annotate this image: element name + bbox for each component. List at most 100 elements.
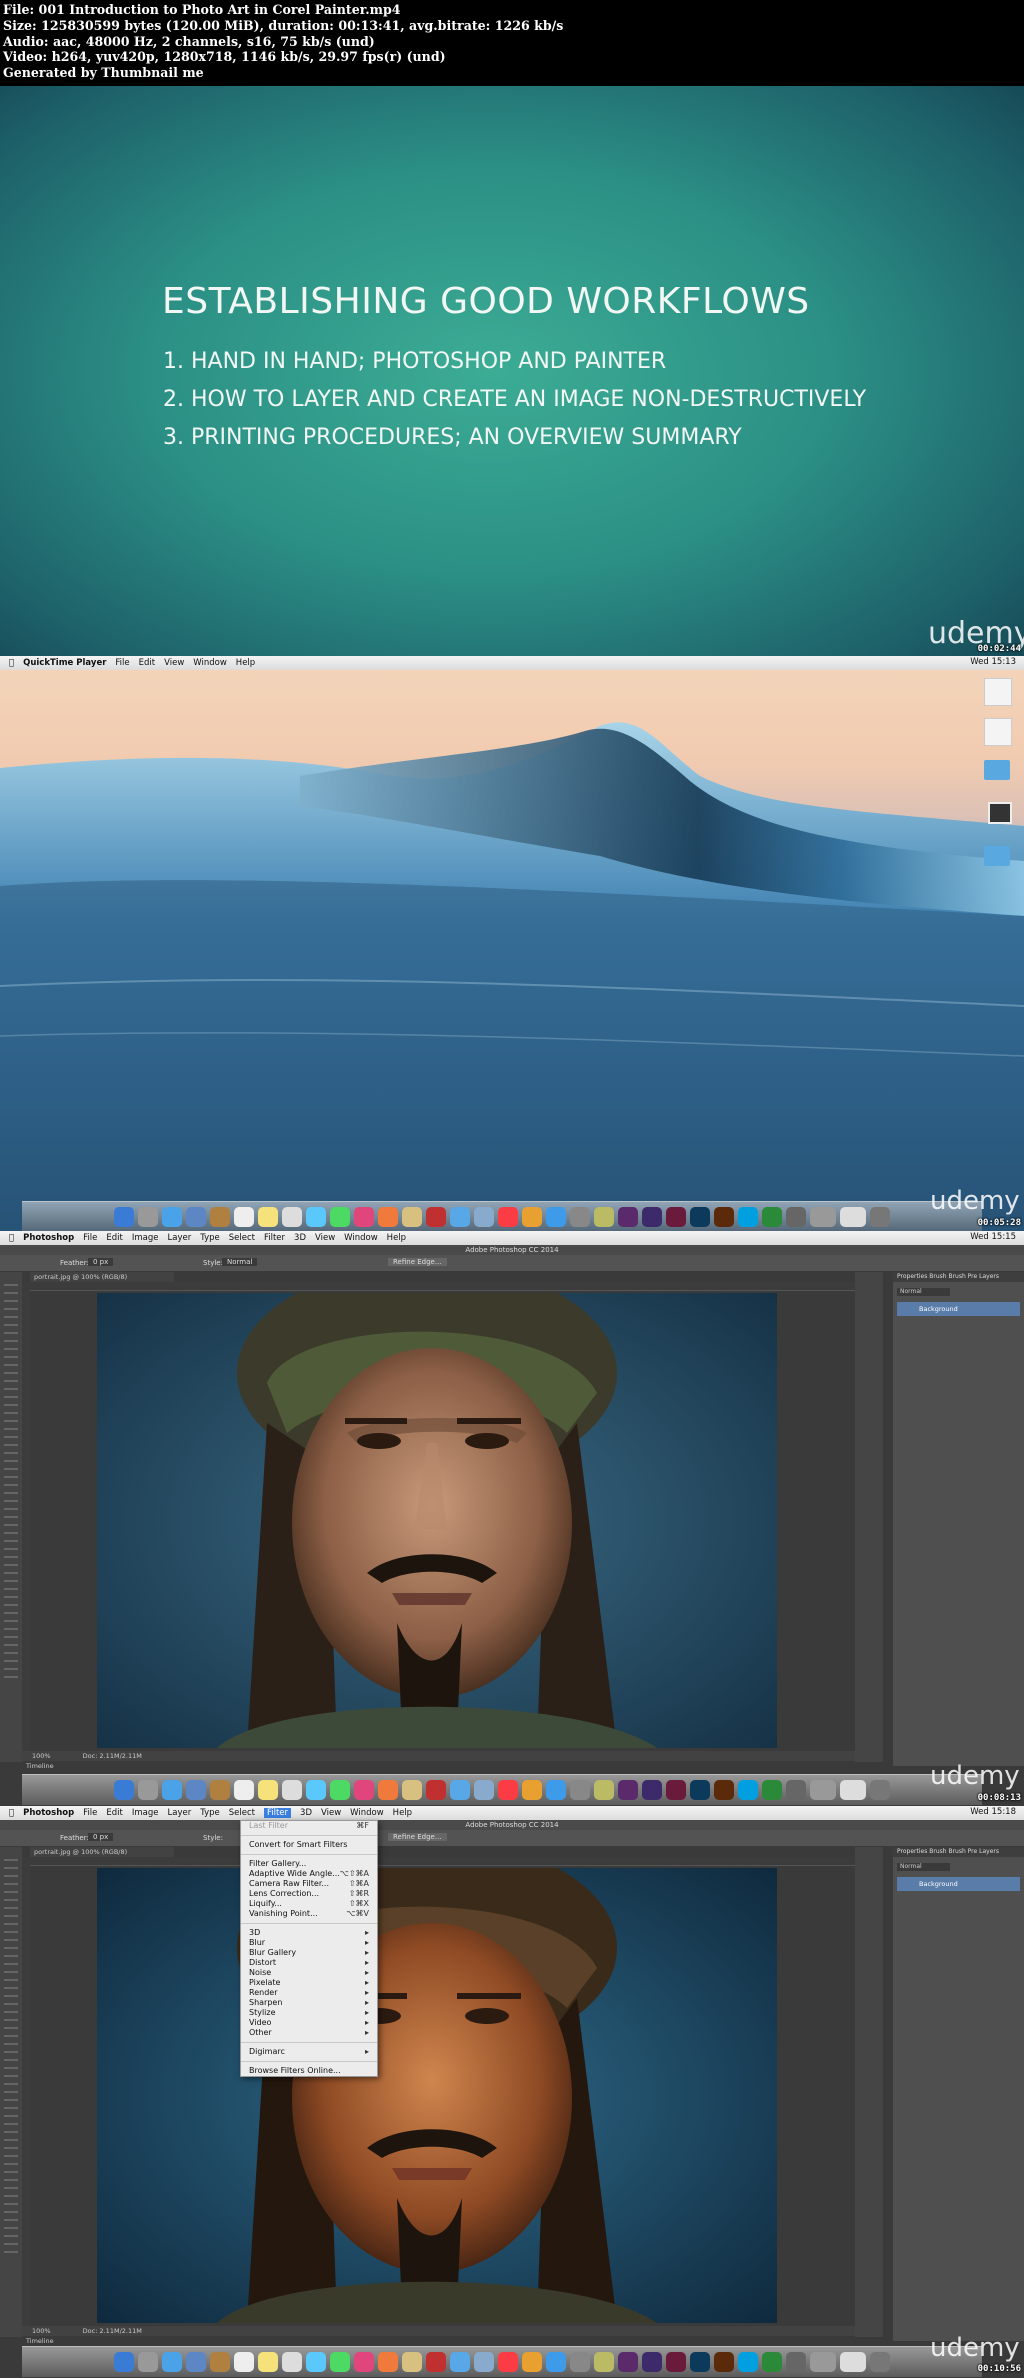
preview-icon[interactable]: [402, 1780, 422, 1800]
camtasia-icon[interactable]: [762, 1207, 782, 1227]
menu-help[interactable]: Help: [236, 658, 255, 668]
messages-icon[interactable]: [306, 1780, 326, 1800]
menu-layer[interactable]: Layer: [168, 1233, 192, 1243]
photo-booth-icon[interactable]: [354, 1207, 374, 1227]
calendar-icon[interactable]: [234, 2352, 254, 2372]
app-store-icon[interactable]: [546, 2352, 566, 2372]
notes-icon[interactable]: [258, 1780, 278, 1800]
mail-icon[interactable]: [186, 2352, 206, 2372]
safari-icon[interactable]: [162, 1207, 182, 1227]
menu-edit[interactable]: Edit: [139, 658, 155, 668]
app-icon[interactable]: [450, 1207, 470, 1227]
menu-file[interactable]: File: [115, 658, 129, 668]
menu-item-sharpen[interactable]: Sharpen ▸: [241, 1998, 377, 2008]
menu-help[interactable]: Help: [387, 1233, 406, 1243]
photoshop-icon[interactable]: [690, 2352, 710, 2372]
indesign-icon[interactable]: [666, 1207, 686, 1227]
timeline-panel-tab[interactable]: Timeline: [22, 2336, 866, 2346]
menu-item-adaptive-wide-angle[interactable]: Adaptive Wide Angle... ⌥⇧⌘A: [241, 1869, 377, 1879]
blend-mode-select[interactable]: Normal: [897, 1288, 950, 1296]
finder-icon[interactable]: [114, 2352, 134, 2372]
menu-edit[interactable]: Edit: [106, 1233, 122, 1243]
skype-icon[interactable]: [738, 1780, 758, 1800]
illustrator-icon[interactable]: [714, 1780, 734, 1800]
menu-item-filter-gallery[interactable]: Filter Gallery...: [241, 1859, 377, 1869]
app-icon[interactable]: [786, 1780, 806, 1800]
after-effects-icon[interactable]: [642, 1207, 662, 1227]
photos-icon[interactable]: [378, 1780, 398, 1800]
layer-row[interactable]: Background: [897, 1302, 1020, 1316]
itunes-icon[interactable]: [498, 2352, 518, 2372]
indesign-icon[interactable]: [666, 1780, 686, 1800]
documents-icon[interactable]: [840, 2352, 866, 2372]
menu-filter[interactable]: Filter: [263, 1808, 292, 1818]
menu-item-convert-smart-filters[interactable]: Convert for Smart Filters: [241, 1840, 377, 1850]
photo-booth-icon[interactable]: [354, 2352, 374, 2372]
documents-icon[interactable]: [840, 1207, 866, 1227]
menu-item-render[interactable]: Render ▸: [241, 1988, 377, 1998]
document-tab[interactable]: portrait.jpg @ 100% (RGB/8): [30, 1847, 174, 1857]
photos-icon[interactable]: [378, 2352, 398, 2372]
skype-icon[interactable]: [738, 2352, 758, 2372]
feather-input[interactable]: 0 px: [88, 1258, 114, 1266]
menu-image[interactable]: Image: [132, 1808, 159, 1818]
zoom-level[interactable]: 100%: [32, 1752, 51, 1760]
photoshop-icon[interactable]: [690, 1207, 710, 1227]
menu-edit[interactable]: Edit: [106, 1808, 122, 1818]
preview-icon[interactable]: [402, 1207, 422, 1227]
after-effects-icon[interactable]: [642, 2352, 662, 2372]
folder-icon[interactable]: [984, 760, 1010, 780]
downloads-icon[interactable]: [810, 2352, 836, 2372]
menu-item-liquify[interactable]: Liquify... ⇧⌘X: [241, 1899, 377, 1909]
menu-3d[interactable]: 3D: [300, 1808, 312, 1818]
illustrator-icon[interactable]: [714, 1207, 734, 1227]
menu-file[interactable]: File: [83, 1808, 97, 1818]
photos-icon[interactable]: [378, 1207, 398, 1227]
menu-view[interactable]: View: [321, 1808, 341, 1818]
downloads-icon[interactable]: [810, 1780, 836, 1800]
calendar-icon[interactable]: [234, 1207, 254, 1227]
calendar-icon[interactable]: [234, 1780, 254, 1800]
desktop-file-icon[interactable]: [984, 718, 1012, 746]
painter-icon[interactable]: [426, 1780, 446, 1800]
timeline-panel-tab[interactable]: Timeline: [22, 1761, 866, 1771]
trash-icon[interactable]: [870, 1780, 890, 1800]
itunes-icon[interactable]: [498, 1207, 518, 1227]
app-icon[interactable]: [786, 1207, 806, 1227]
menu-filter[interactable]: Filter: [264, 1233, 285, 1243]
notes-icon[interactable]: [258, 1207, 278, 1227]
after-effects-icon[interactable]: [642, 1780, 662, 1800]
menu-select[interactable]: Select: [229, 1808, 255, 1818]
reminders-icon[interactable]: [282, 1207, 302, 1227]
premiere-icon[interactable]: [618, 1780, 638, 1800]
app-icon[interactable]: [474, 1780, 494, 1800]
portrait-canvas[interactable]: [97, 1868, 777, 2323]
skype-icon[interactable]: [738, 1207, 758, 1227]
documents-icon[interactable]: [840, 1780, 866, 1800]
launchpad-icon[interactable]: [138, 2352, 158, 2372]
tool-icons[interactable]: [4, 1278, 18, 1678]
menu-view[interactable]: View: [164, 658, 184, 668]
menu-item-pixelate[interactable]: Pixelate ▸: [241, 1978, 377, 1988]
downloads-icon[interactable]: [810, 1207, 836, 1227]
facetime-icon[interactable]: [330, 2352, 350, 2372]
app-store-icon[interactable]: [546, 1207, 566, 1227]
menu-window[interactable]: Window: [350, 1808, 384, 1818]
portrait-canvas[interactable]: [97, 1293, 777, 1748]
menu-file[interactable]: File: [83, 1233, 97, 1243]
painter-icon[interactable]: [426, 2352, 446, 2372]
menu-3d[interactable]: 3D: [294, 1233, 306, 1243]
panel-tabs[interactable]: Properties Brush Brush Pre Layers: [893, 1272, 1024, 1282]
app-icon[interactable]: [450, 1780, 470, 1800]
brush-icon[interactable]: [594, 1207, 614, 1227]
finder-icon[interactable]: [114, 1207, 134, 1227]
menu-window[interactable]: Window: [193, 658, 227, 668]
trash-icon[interactable]: [870, 1207, 890, 1227]
app-icon[interactable]: [450, 2352, 470, 2372]
app-icon[interactable]: [786, 2352, 806, 2372]
menu-app[interactable]: QuickTime Player: [23, 658, 106, 668]
menu-help[interactable]: Help: [393, 1808, 412, 1818]
desktop-file-icon[interactable]: [984, 678, 1012, 706]
menu-type[interactable]: Type: [200, 1233, 220, 1243]
menubar-clock[interactable]: Wed 15:13: [970, 657, 1016, 667]
